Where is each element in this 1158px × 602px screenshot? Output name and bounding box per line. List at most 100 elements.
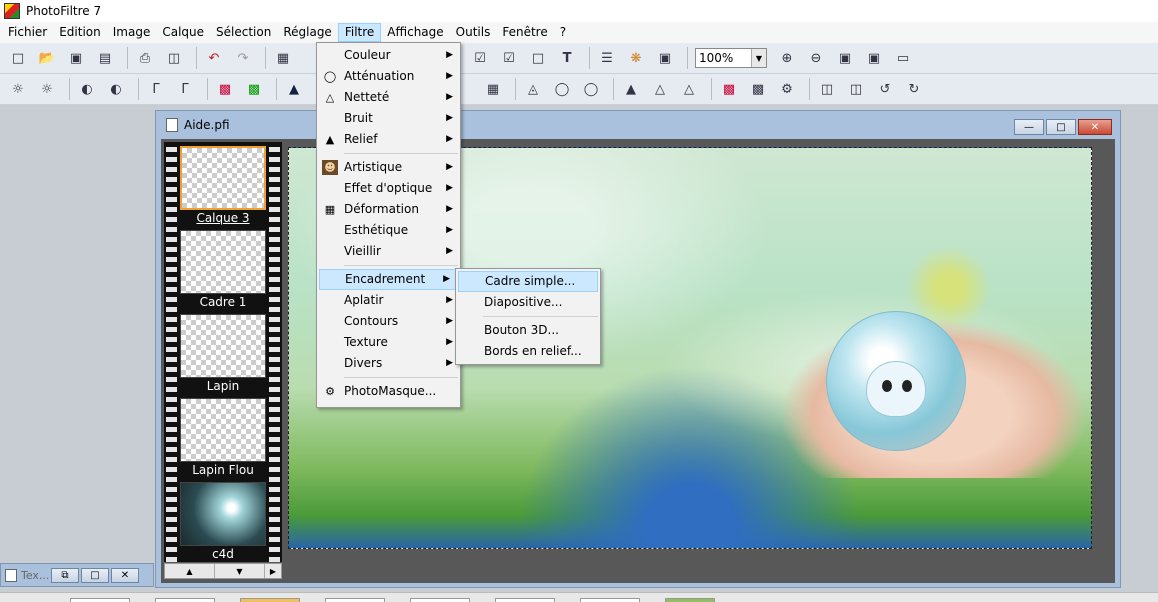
new-file-icon[interactable]: □ (6, 46, 30, 70)
task-item[interactable] (70, 598, 130, 602)
sharpen-icon[interactable]: △ (648, 77, 672, 101)
menu-reglage[interactable]: Réglage (277, 23, 338, 42)
contrast-plus-icon[interactable]: ◐ (104, 77, 128, 101)
menu-item-bords-relief[interactable]: Bords en relief... (456, 341, 600, 362)
save-icon[interactable]: ▣ (64, 46, 88, 70)
chevron-down-icon[interactable]: ▼ (751, 49, 766, 67)
task-item[interactable] (410, 598, 470, 602)
menu-item-couleur[interactable]: Couleur ▶ (317, 45, 460, 66)
image-icon[interactable]: ▦ (271, 46, 295, 70)
mirror-icon[interactable]: ◫ (815, 77, 839, 101)
run-icon[interactable]: ☑ (497, 46, 521, 70)
print-icon[interactable]: ⎙ (133, 46, 157, 70)
layer-thumb-cadre-1[interactable]: Cadre 1 (179, 230, 267, 310)
rotate-right-icon[interactable]: ↻ (902, 77, 926, 101)
menu-item-divers[interactable]: Divers ▶ (317, 353, 460, 374)
task-item[interactable] (665, 598, 715, 602)
grayscale-icon[interactable]: ▩ (746, 77, 770, 101)
contrast-minus-icon[interactable]: ◐ (75, 77, 99, 101)
menu-item-diapositive[interactable]: Diapositive... (456, 292, 600, 313)
scroll-up-icon[interactable]: ▲ (165, 564, 215, 578)
menu-item-attenuation[interactable]: ◯ Atténuation ▶ (317, 66, 460, 87)
layer-thumb-lapin[interactable]: Lapin (179, 314, 267, 394)
close-button[interactable]: ✕ (1078, 119, 1112, 135)
plugin-icon[interactable]: ❋ (624, 46, 648, 70)
grid-filter-icon[interactable]: ▦ (481, 77, 505, 101)
photomask-toolbar-icon[interactable]: ⚙ (775, 77, 799, 101)
menu-fichier[interactable]: Fichier (2, 23, 53, 42)
saturation-plus-icon[interactable]: ▩ (242, 77, 266, 101)
menu-filtre[interactable]: Filtre (337, 23, 382, 42)
menu-item-encadrement[interactable]: Encadrement ▶ (319, 269, 458, 290)
menu-calque[interactable]: Calque (156, 23, 210, 42)
task-item[interactable] (495, 598, 555, 602)
brightness-plus-icon[interactable]: ☼ (35, 77, 59, 101)
layer-thumb-c4d[interactable]: c4d (179, 482, 267, 562)
sharpen-more-icon[interactable]: △ (677, 77, 701, 101)
menu-item-vieillir[interactable]: Vieillir ▶ (317, 241, 460, 262)
scroll-down-icon[interactable]: ▼ (215, 564, 265, 578)
minimized-window[interactable]: Tex... ⧉ □ ✕ (0, 563, 154, 587)
menu-edition[interactable]: Edition (53, 23, 107, 42)
layer-thumb-lapin-flou[interactable]: Lapin Flou (179, 398, 267, 478)
gamma-plus-icon[interactable]: Γ (173, 77, 197, 101)
restore-button[interactable]: ⧉ (51, 567, 79, 583)
menu-item-artistique[interactable]: ☻ Artistique ▶ (317, 157, 460, 178)
menu-fenetre[interactable]: Fenêtre (496, 23, 553, 42)
menu-help[interactable]: ? (554, 23, 572, 42)
scroll-right-icon[interactable]: ▶ (265, 564, 281, 578)
menu-item-esthetique[interactable]: Esthétique ▶ (317, 220, 460, 241)
menu-item-contours[interactable]: Contours ▶ (317, 311, 460, 332)
sharpen-minus-icon[interactable]: ◬ (521, 77, 545, 101)
zoom-select[interactable]: 100% ▼ (695, 48, 767, 68)
fit-window-icon[interactable]: ▣ (833, 46, 857, 70)
relief-icon[interactable]: ▲ (619, 77, 643, 101)
save-as-icon[interactable]: ▤ (93, 46, 117, 70)
brightness-minus-icon[interactable]: ☼ (6, 77, 30, 101)
menu-item-bouton-3d[interactable]: Bouton 3D... (456, 320, 600, 341)
color-palette-icon[interactable]: ▩ (717, 77, 741, 101)
menu-item-cadre-simple[interactable]: Cadre simple... (458, 271, 598, 292)
window-icon[interactable]: ▣ (653, 46, 677, 70)
menu-item-deformation[interactable]: ▦ Déformation ▶ (317, 199, 460, 220)
monitor-icon[interactable]: ▭ (891, 46, 915, 70)
menu-item-relief[interactable]: ▲ Relief ▶ (317, 129, 460, 150)
layer-thumb-calque-3[interactable]: Calque 3 (179, 146, 267, 226)
flip-icon[interactable]: ◫ (844, 77, 868, 101)
task-item[interactable] (155, 598, 215, 602)
layers-icon[interactable]: ☰ (595, 46, 619, 70)
minimize-button[interactable]: — (1014, 119, 1044, 135)
gamma-minus-icon[interactable]: Γ (144, 77, 168, 101)
open-folder-icon[interactable]: 📂 (35, 46, 59, 70)
menu-item-effet-optique[interactable]: Effet d'optique ▶ (317, 178, 460, 199)
scanner-icon[interactable]: ◫ (162, 46, 186, 70)
menu-item-photomasque[interactable]: ⚙ PhotoMasque... (317, 381, 460, 402)
undo-icon[interactable]: ↶ (202, 46, 226, 70)
text-icon[interactable]: T (555, 46, 579, 70)
drop-icon[interactable]: ◯ (550, 77, 574, 101)
menu-item-aplatir[interactable]: Aplatir ▶ (317, 290, 460, 311)
task-item[interactable] (580, 598, 640, 602)
full-screen-icon[interactable]: ▣ (862, 46, 886, 70)
menu-item-nettete[interactable]: △ Netteté ▶ (317, 87, 460, 108)
menu-item-texture[interactable]: Texture ▶ (317, 332, 460, 353)
task-item[interactable] (325, 598, 385, 602)
walk-icon[interactable]: ☑ (468, 46, 492, 70)
drop-fill-icon[interactable]: ◯ (579, 77, 603, 101)
saturation-minus-icon[interactable]: ▩ (213, 77, 237, 101)
maximize-button[interactable]: □ (1046, 119, 1076, 135)
selection-icon[interactable]: □ (526, 46, 550, 70)
menu-item-bruit[interactable]: Bruit ▶ (317, 108, 460, 129)
redo-icon[interactable]: ↷ (231, 46, 255, 70)
rotate-left-icon[interactable]: ↺ (873, 77, 897, 101)
menu-affichage[interactable]: Affichage (381, 23, 449, 42)
document-title-bar[interactable]: Aide.pfi — □ ✕ (156, 111, 1120, 139)
maximize-button[interactable]: □ (81, 567, 109, 583)
close-button[interactable]: ✕ (111, 567, 139, 583)
levels-icon[interactable]: ▲ (282, 77, 306, 101)
task-item[interactable] (240, 598, 300, 602)
zoom-in-icon[interactable]: ⊕ (775, 46, 799, 70)
menu-outils[interactable]: Outils (450, 23, 497, 42)
zoom-out-icon[interactable]: ⊖ (804, 46, 828, 70)
menu-image[interactable]: Image (107, 23, 157, 42)
